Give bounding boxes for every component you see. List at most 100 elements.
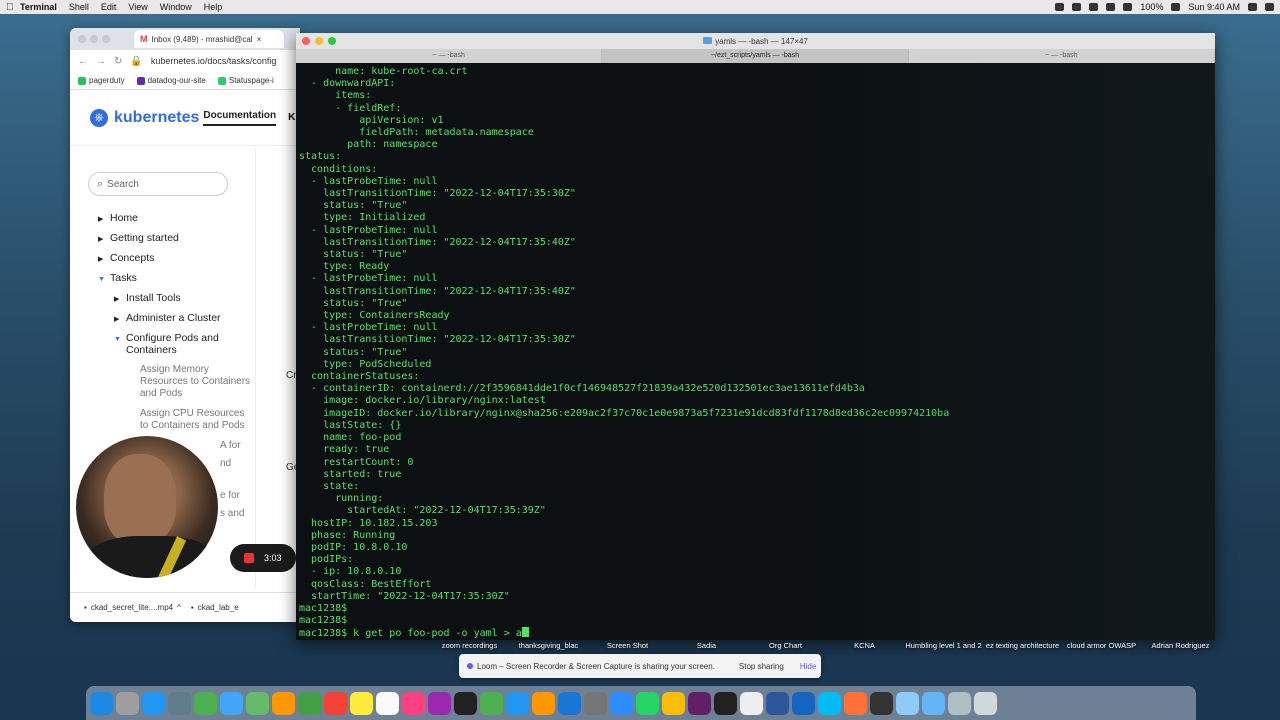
xcode-icon[interactable] [792, 691, 815, 715]
music-icon[interactable] [402, 691, 425, 715]
desktop-file-label[interactable]: Adrian Rodriguez [1141, 641, 1220, 665]
menu-view[interactable]: View [128, 2, 147, 12]
terminal-tab-3[interactable]: ~ — -bash [909, 49, 1215, 63]
forward-icon[interactable]: → [96, 56, 106, 67]
numbers-icon[interactable] [480, 691, 503, 715]
bookmark-datadog[interactable]: datadog-our-site [136, 76, 206, 85]
preview-icon[interactable] [168, 691, 191, 715]
whatsapp-icon[interactable] [636, 691, 659, 715]
podcasts-icon[interactable] [428, 691, 451, 715]
webcam-bubble[interactable] [76, 436, 218, 578]
tv-icon[interactable] [454, 691, 477, 715]
sidebar-item-administer-cluster[interactable]: ▶ Administer a Cluster [70, 308, 255, 328]
volume-icon[interactable] [1123, 3, 1133, 11]
photos-icon[interactable] [272, 691, 295, 715]
keynote-icon[interactable] [506, 691, 529, 715]
menu-clock[interactable]: Sun 9:40 AM [1188, 2, 1240, 12]
bluetooth-icon[interactable] [1089, 3, 1099, 11]
mail-icon[interactable] [220, 691, 243, 715]
desktop-file-label[interactable]: Humbling level 1 and 2 [904, 641, 983, 665]
facetime-icon[interactable] [298, 691, 321, 715]
chevron-up-icon[interactable]: ^ [177, 603, 181, 612]
terminal-line: name: kube-root-ca.crt [299, 66, 468, 77]
sidebar-item-configure-pods[interactable]: ▼ Configure Pods and Containers [70, 328, 255, 360]
downloads-icon[interactable] [948, 691, 971, 715]
desktop-file-label[interactable]: KCNA [825, 641, 904, 665]
spotlight-icon[interactable] [1248, 3, 1257, 11]
mic-icon[interactable] [1055, 3, 1065, 11]
download-item[interactable]: ▪ ckad_lab_e [191, 603, 239, 612]
stop-sharing-button[interactable]: Stop sharing [733, 660, 790, 673]
terminal-prompt-line[interactable]: mac1238$ k get po foo-pod -o yaml > a [299, 627, 1212, 640]
close-window-button[interactable] [78, 35, 86, 43]
notes-icon[interactable] [350, 691, 373, 715]
sidebar-item-tasks[interactable]: ▼ Tasks [70, 268, 255, 288]
site-name[interactable]: kubernetes [114, 109, 199, 127]
stop-recording-icon[interactable] [244, 553, 254, 563]
reload-icon[interactable]: ↻ [114, 56, 122, 67]
wifi-icon[interactable] [1106, 3, 1116, 11]
sidebar-item-install-tools[interactable]: ▶ Install Tools [70, 288, 255, 308]
menu-shell[interactable]: Shell [69, 2, 89, 12]
bookmark-statuspage[interactable]: Statuspage-i [217, 76, 274, 85]
lock-icon[interactable]: 🔒 [130, 56, 142, 67]
terminal-icon[interactable] [714, 691, 737, 715]
textedit-icon[interactable] [740, 691, 763, 715]
control-center-icon[interactable] [1265, 3, 1274, 11]
nav-documentation[interactable]: Documentation [203, 110, 277, 126]
close-tab-icon[interactable]: × [257, 35, 262, 44]
hide-button[interactable]: Hide [800, 662, 816, 671]
launchpad-icon[interactable] [116, 691, 139, 715]
messages-icon[interactable] [194, 691, 217, 715]
download-item[interactable]: ▪ ckad_secret_lite....mp4 ^ [84, 603, 181, 612]
firefox-icon[interactable] [844, 691, 867, 715]
calendar-icon[interactable] [324, 691, 347, 715]
recording-control[interactable]: 3:03 [230, 544, 296, 572]
battery-percent[interactable]: 100% [1140, 2, 1163, 12]
zoom-icon[interactable] [610, 691, 633, 715]
finder-icon[interactable] [90, 691, 113, 715]
minimize-window-button[interactable] [90, 35, 98, 43]
menu-help[interactable]: Help [204, 2, 223, 12]
preview2-icon[interactable] [896, 691, 919, 715]
chrome-icon[interactable] [662, 691, 685, 715]
sidebar-item-assign-memory[interactable]: Assign Memory Resources to Containers an… [70, 360, 255, 404]
reminders-icon[interactable] [376, 691, 399, 715]
word-icon[interactable] [766, 691, 789, 715]
browser-tab-gmail[interactable]: M Inbox (9,489) - mrashid@cal × [134, 30, 284, 48]
sidebar-item-concepts[interactable]: ▶ Concepts [70, 248, 255, 268]
desktop-file-label[interactable]: cloud armor OWASP [1062, 641, 1141, 665]
trash-icon[interactable] [974, 691, 997, 715]
sidebar-item-getting-started[interactable]: ▶ Getting started [70, 228, 255, 248]
sidebar-item-home[interactable]: ▶ Home [70, 208, 255, 228]
safari-icon[interactable] [142, 691, 165, 715]
menu-window[interactable]: Window [160, 2, 192, 12]
terminal-line: fieldPath: metadata.namespace [299, 127, 534, 139]
terminal-tab-1[interactable]: ~ — -bash [296, 49, 603, 63]
terminal-line: hostIP: 10.182.15.203 [299, 517, 438, 529]
dropbox-icon[interactable] [1072, 3, 1082, 11]
console-icon[interactable] [870, 691, 893, 715]
terminal-output[interactable]: name: kube-root-ca.crt - downwardAPI: it… [296, 63, 1215, 640]
desktop-file-label[interactable]: ez texting architecture [983, 641, 1062, 665]
kubernetes-logo-icon[interactable]: ⎈ [90, 108, 108, 127]
bookmark-pagerduty[interactable]: pagerduty [78, 76, 125, 85]
menu-edit[interactable]: Edit [101, 2, 117, 12]
url-text[interactable]: kubernetes.io/docs/tasks/config [151, 56, 277, 66]
nav-kubernetes-blog[interactable]: K [288, 112, 295, 123]
back-icon[interactable]: ← [78, 56, 88, 67]
terminal-tab-2[interactable]: ~/ezt_scripts/yamls — -bash [602, 49, 909, 63]
apple-icon[interactable]:  [6, 2, 20, 13]
appstore-icon[interactable] [558, 691, 581, 715]
slack-icon[interactable] [688, 691, 711, 715]
pages-icon[interactable] [532, 691, 555, 715]
maps-icon[interactable] [246, 691, 269, 715]
menu-app-name[interactable]: Terminal [20, 2, 57, 12]
search-input[interactable]: ⌕ Search [88, 172, 228, 196]
battery-icon[interactable] [1171, 3, 1181, 11]
sidebar-item-assign-cpu[interactable]: Assign CPU Resources to Containers and P… [70, 404, 255, 436]
zoom-window-button[interactable] [102, 35, 110, 43]
settings-icon[interactable] [584, 691, 607, 715]
finder2-icon[interactable] [922, 691, 945, 715]
webex-icon[interactable] [818, 691, 841, 715]
